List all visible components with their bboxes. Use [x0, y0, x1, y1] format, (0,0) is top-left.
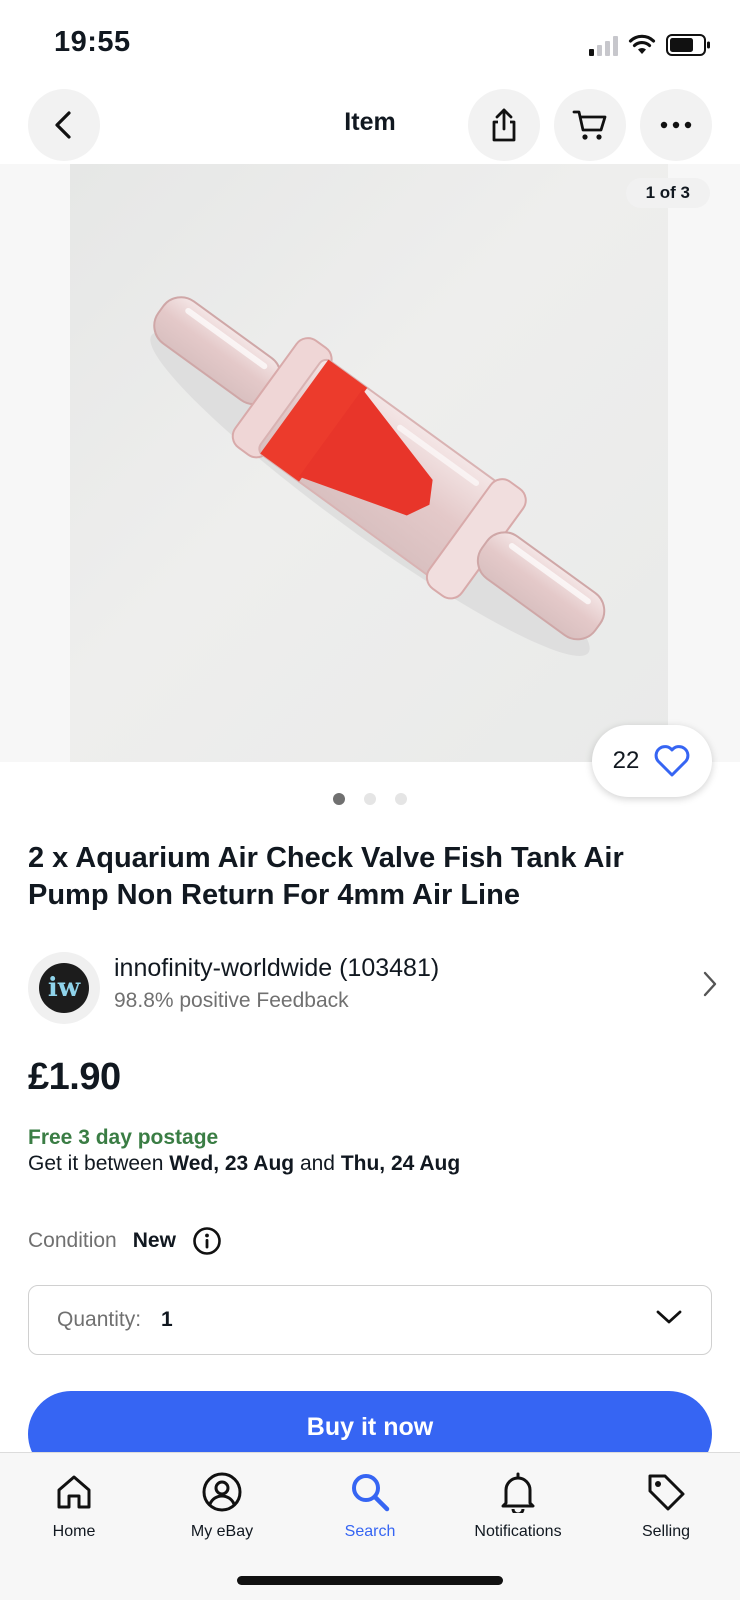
delivery-end: Thu, 24 Aug	[340, 1152, 461, 1175]
battery-icon	[666, 34, 710, 56]
seller-logo: iw	[39, 963, 89, 1013]
seller-avatar: iw	[28, 952, 100, 1024]
tab-selling-label: Selling	[641, 1523, 691, 1540]
tab-notifications-label: Notifications	[474, 1523, 562, 1540]
delivery-prefix: Get it between	[28, 1152, 170, 1175]
item-title: 2 x Aquarium Air Check Valve Fish Tank A…	[28, 842, 624, 911]
bell-icon	[501, 1472, 535, 1513]
delivery-estimate: Get it between Wed, 23 Aug and Thu, 24 A…	[28, 1152, 460, 1176]
tab-home-label: Home	[52, 1523, 96, 1540]
status-bar: 19:55	[0, 0, 740, 88]
tab-notifications[interactable]: Notifications	[444, 1467, 592, 1541]
tab-search-label: Search	[344, 1523, 396, 1540]
image-gallery[interactable]: 1 of 3	[0, 164, 740, 762]
pagination-dot-3[interactable]	[395, 793, 407, 805]
condition-label: Condition	[28, 1229, 117, 1252]
home-icon	[57, 1475, 91, 1509]
info-icon[interactable]	[192, 1226, 222, 1256]
cart-button[interactable]	[554, 89, 626, 161]
home-indicator[interactable]	[237, 1576, 503, 1585]
pagination-dot-2[interactable]	[364, 793, 376, 805]
watch-count: 22	[612, 747, 640, 774]
share-button[interactable]	[468, 89, 540, 161]
tag-icon	[648, 1474, 685, 1511]
tab-search[interactable]: Search	[296, 1467, 444, 1541]
item-header: Item	[0, 88, 740, 164]
postage-info: Free 3 day postage	[28, 1126, 219, 1149]
chevron-right-icon	[703, 971, 717, 997]
condition-value: New	[132, 1229, 176, 1252]
seller-feedback: 98.8% positive Feedback	[114, 989, 349, 1012]
chevron-down-icon	[656, 1310, 682, 1324]
status-time: 19:55	[54, 26, 131, 58]
pagination-dot-1[interactable]	[333, 793, 345, 805]
seller-name: innofinity-worldwide (103481)	[114, 954, 440, 982]
gallery-pagination	[0, 793, 740, 805]
search-icon	[352, 1474, 390, 1512]
tab-my-ebay[interactable]: My eBay	[148, 1467, 296, 1541]
signal-icon	[589, 34, 618, 56]
delivery-and: and	[294, 1152, 341, 1175]
condition-row: Condition New	[28, 1226, 222, 1256]
tab-selling[interactable]: Selling	[592, 1467, 740, 1541]
delivery-start: Wed, 23 Aug	[169, 1152, 295, 1175]
heart-icon	[655, 745, 690, 777]
quantity-label: Quantity:	[57, 1308, 142, 1331]
user-icon	[202, 1472, 242, 1512]
status-icons	[589, 30, 712, 60]
tab-my-ebay-label: My eBay	[190, 1523, 254, 1540]
wifi-icon	[628, 34, 656, 54]
quantity-value: 1	[161, 1308, 173, 1331]
cart-icon	[572, 110, 607, 140]
watch-button[interactable]: 22	[592, 725, 712, 797]
more-options-button[interactable]	[640, 89, 712, 161]
image-counter: 1 of 3	[625, 178, 710, 208]
quantity-selector[interactable]: Quantity: 1	[28, 1285, 712, 1355]
share-icon	[492, 108, 516, 142]
page-title: Item	[344, 108, 396, 136]
more-horizontal-icon	[660, 121, 692, 129]
seller-row[interactable]: iw innofinity-worldwide (103481) 98.8% p…	[28, 950, 718, 1024]
item-price: £1.90	[28, 1056, 121, 1098]
tab-home[interactable]: Home	[0, 1467, 148, 1541]
check-valve-image	[150, 296, 606, 656]
product-photo[interactable]	[70, 164, 668, 762]
